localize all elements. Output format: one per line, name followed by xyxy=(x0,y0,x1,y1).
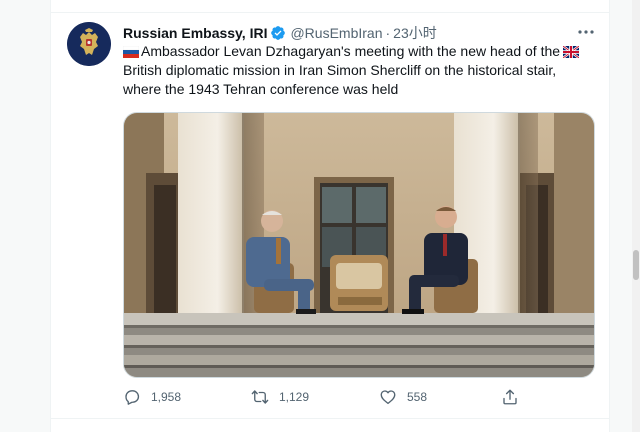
tweet-text-part2: British diplomatic mission in Iran Simon… xyxy=(123,62,557,97)
retweet-button[interactable]: 1,129 xyxy=(251,386,309,408)
reply-count: 1,958 xyxy=(151,390,182,404)
author-handle[interactable]: @RusEmbIran xyxy=(290,25,382,41)
tweet-divider xyxy=(51,418,609,419)
tweet-header: Russian Embassy, IRI @RusEmbIran · 23小时 xyxy=(123,23,599,43)
tweet-actions: 1,958 1,129 558 xyxy=(123,384,593,410)
more-options-button[interactable] xyxy=(575,22,597,42)
tweet-text: Ambassador Levan Dzhagaryan's meeting wi… xyxy=(123,42,593,99)
author-name[interactable]: Russian Embassy, IRI xyxy=(123,25,267,41)
avatar[interactable] xyxy=(67,22,111,66)
heart-icon xyxy=(380,390,396,405)
ellipsis-icon xyxy=(578,30,594,34)
uk-flag-icon xyxy=(563,46,580,58)
reply-icon xyxy=(125,390,140,405)
photo-illustration xyxy=(124,113,594,377)
previous-tweet-edge xyxy=(51,0,609,13)
like-count: 558 xyxy=(407,390,428,404)
like-button[interactable]: 558 xyxy=(379,386,427,408)
timestamp[interactable]: 23小时 xyxy=(393,23,437,43)
page-scrollbar[interactable] xyxy=(632,0,640,432)
share-icon xyxy=(503,389,517,405)
retweet-icon xyxy=(251,390,269,404)
share-button[interactable] xyxy=(501,386,529,408)
timeline-panel: Russian Embassy, IRI @RusEmbIran · 23小时 … xyxy=(50,0,610,432)
russia-flag-icon xyxy=(123,46,139,58)
scrollbar-thumb[interactable] xyxy=(633,250,639,280)
verified-badge-icon xyxy=(271,26,286,40)
tweet-photo[interactable] xyxy=(123,112,595,378)
separator-dot: · xyxy=(385,25,391,41)
tweet-text-part1: Ambassador Levan Dzhagaryan's meeting wi… xyxy=(141,43,561,59)
retweet-count: 1,129 xyxy=(279,390,310,404)
coat-of-arms-icon xyxy=(67,22,111,66)
reply-button[interactable]: 1,958 xyxy=(123,386,181,408)
